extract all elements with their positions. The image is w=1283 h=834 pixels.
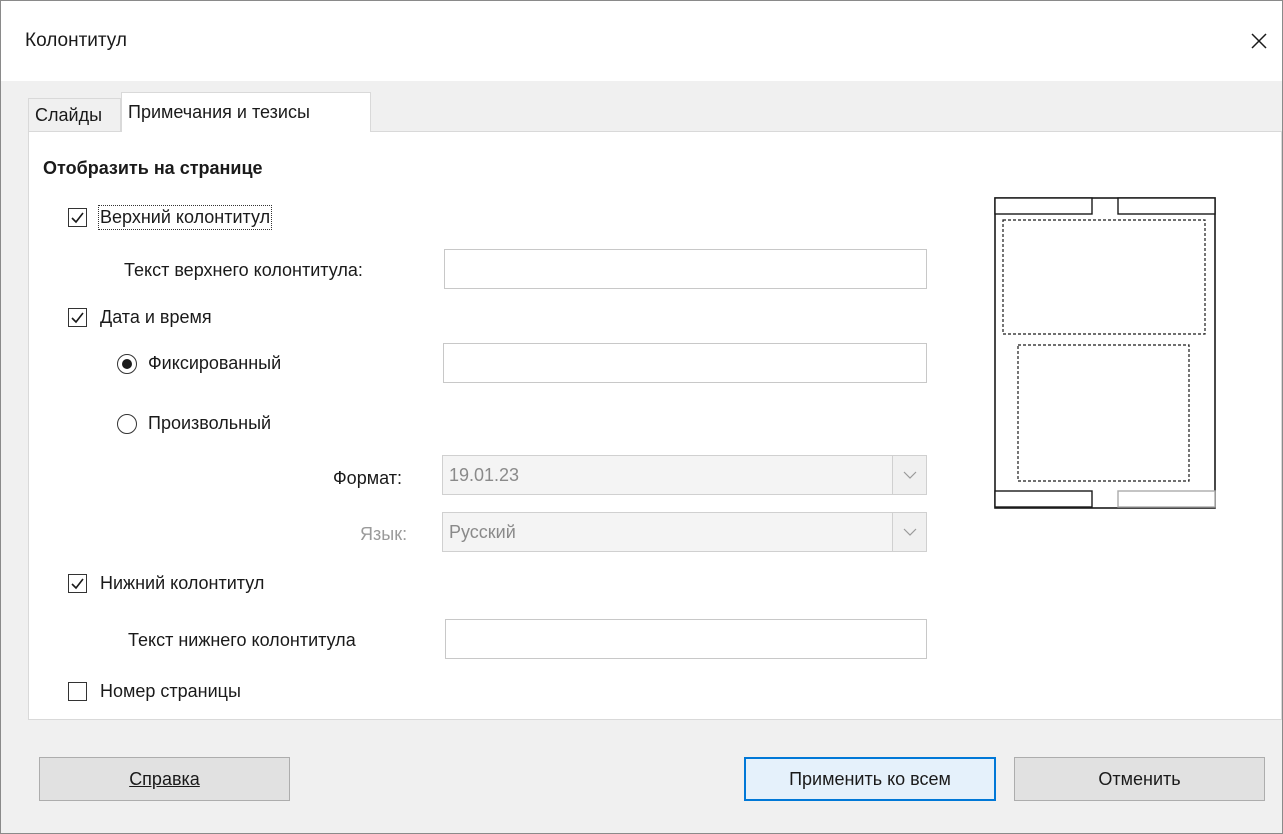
header-footer-dialog: Колонтитул Слайды Примечания и тезисы От… [0, 0, 1283, 834]
tab-notes-handouts[interactable]: Примечания и тезисы [121, 92, 371, 132]
header-checkbox-label[interactable]: Верхний колонтитул [97, 205, 273, 230]
apply-all-button-label: Применить ко всем [789, 768, 951, 789]
page-number-checkbox-label[interactable]: Номер страницы [100, 681, 241, 702]
header-text-label: Текст верхнего колонтитула: [124, 260, 363, 280]
fixed-radio[interactable] [117, 354, 137, 374]
language-dropdown-button [892, 513, 926, 551]
datetime-checkbox[interactable] [68, 308, 87, 327]
page-preview [994, 197, 1216, 509]
format-label: Формат: [333, 468, 402, 488]
chevron-down-icon [903, 471, 916, 479]
checkmark-icon [71, 578, 84, 590]
section-title: Отобразить на странице [43, 158, 263, 178]
footer-checkbox[interactable] [68, 574, 87, 593]
window-title: Колонтитул [25, 30, 127, 51]
tab-notes-handouts-label: Примечания и тезисы [128, 102, 310, 122]
tab-slides[interactable]: Слайды [28, 98, 121, 132]
fixed-radio-label[interactable]: Фиксированный [148, 353, 281, 374]
variable-radio[interactable] [117, 414, 137, 434]
checkmark-icon [71, 312, 84, 324]
tab-slides-label: Слайды [35, 105, 103, 125]
format-select[interactable]: 19.01.23 [442, 455, 927, 495]
help-button[interactable]: Справка [39, 757, 290, 801]
language-select-value: Русский [449, 522, 516, 542]
header-text-input[interactable] [444, 249, 927, 289]
cancel-button[interactable]: Отменить [1014, 757, 1265, 801]
format-dropdown-button[interactable] [892, 456, 926, 494]
apply-all-button[interactable]: Применить ко всем [744, 757, 996, 801]
page-number-checkbox[interactable] [68, 682, 87, 701]
footer-text-label: Текст нижнего колонтитула [128, 630, 356, 650]
chevron-down-icon [903, 528, 916, 536]
title-bar: Колонтитул [1, 1, 1282, 81]
footer-checkbox-label[interactable]: Нижний колонтитул [100, 573, 264, 594]
datetime-checkbox-label[interactable]: Дата и время [100, 307, 212, 328]
variable-radio-label[interactable]: Произвольный [148, 413, 271, 434]
checkmark-icon [71, 212, 84, 224]
header-checkbox[interactable] [68, 208, 87, 227]
close-button[interactable] [1239, 21, 1279, 61]
fixed-date-input[interactable] [443, 343, 927, 383]
cancel-button-label: Отменить [1098, 768, 1181, 789]
language-select: Русский [442, 512, 927, 552]
radio-selected-dot [122, 359, 132, 369]
close-icon [1251, 33, 1267, 49]
language-label: Язык: [360, 524, 408, 544]
format-select-value: 19.01.23 [449, 465, 520, 485]
footer-text-input[interactable] [445, 619, 927, 659]
help-button-label: Справка [129, 768, 200, 789]
